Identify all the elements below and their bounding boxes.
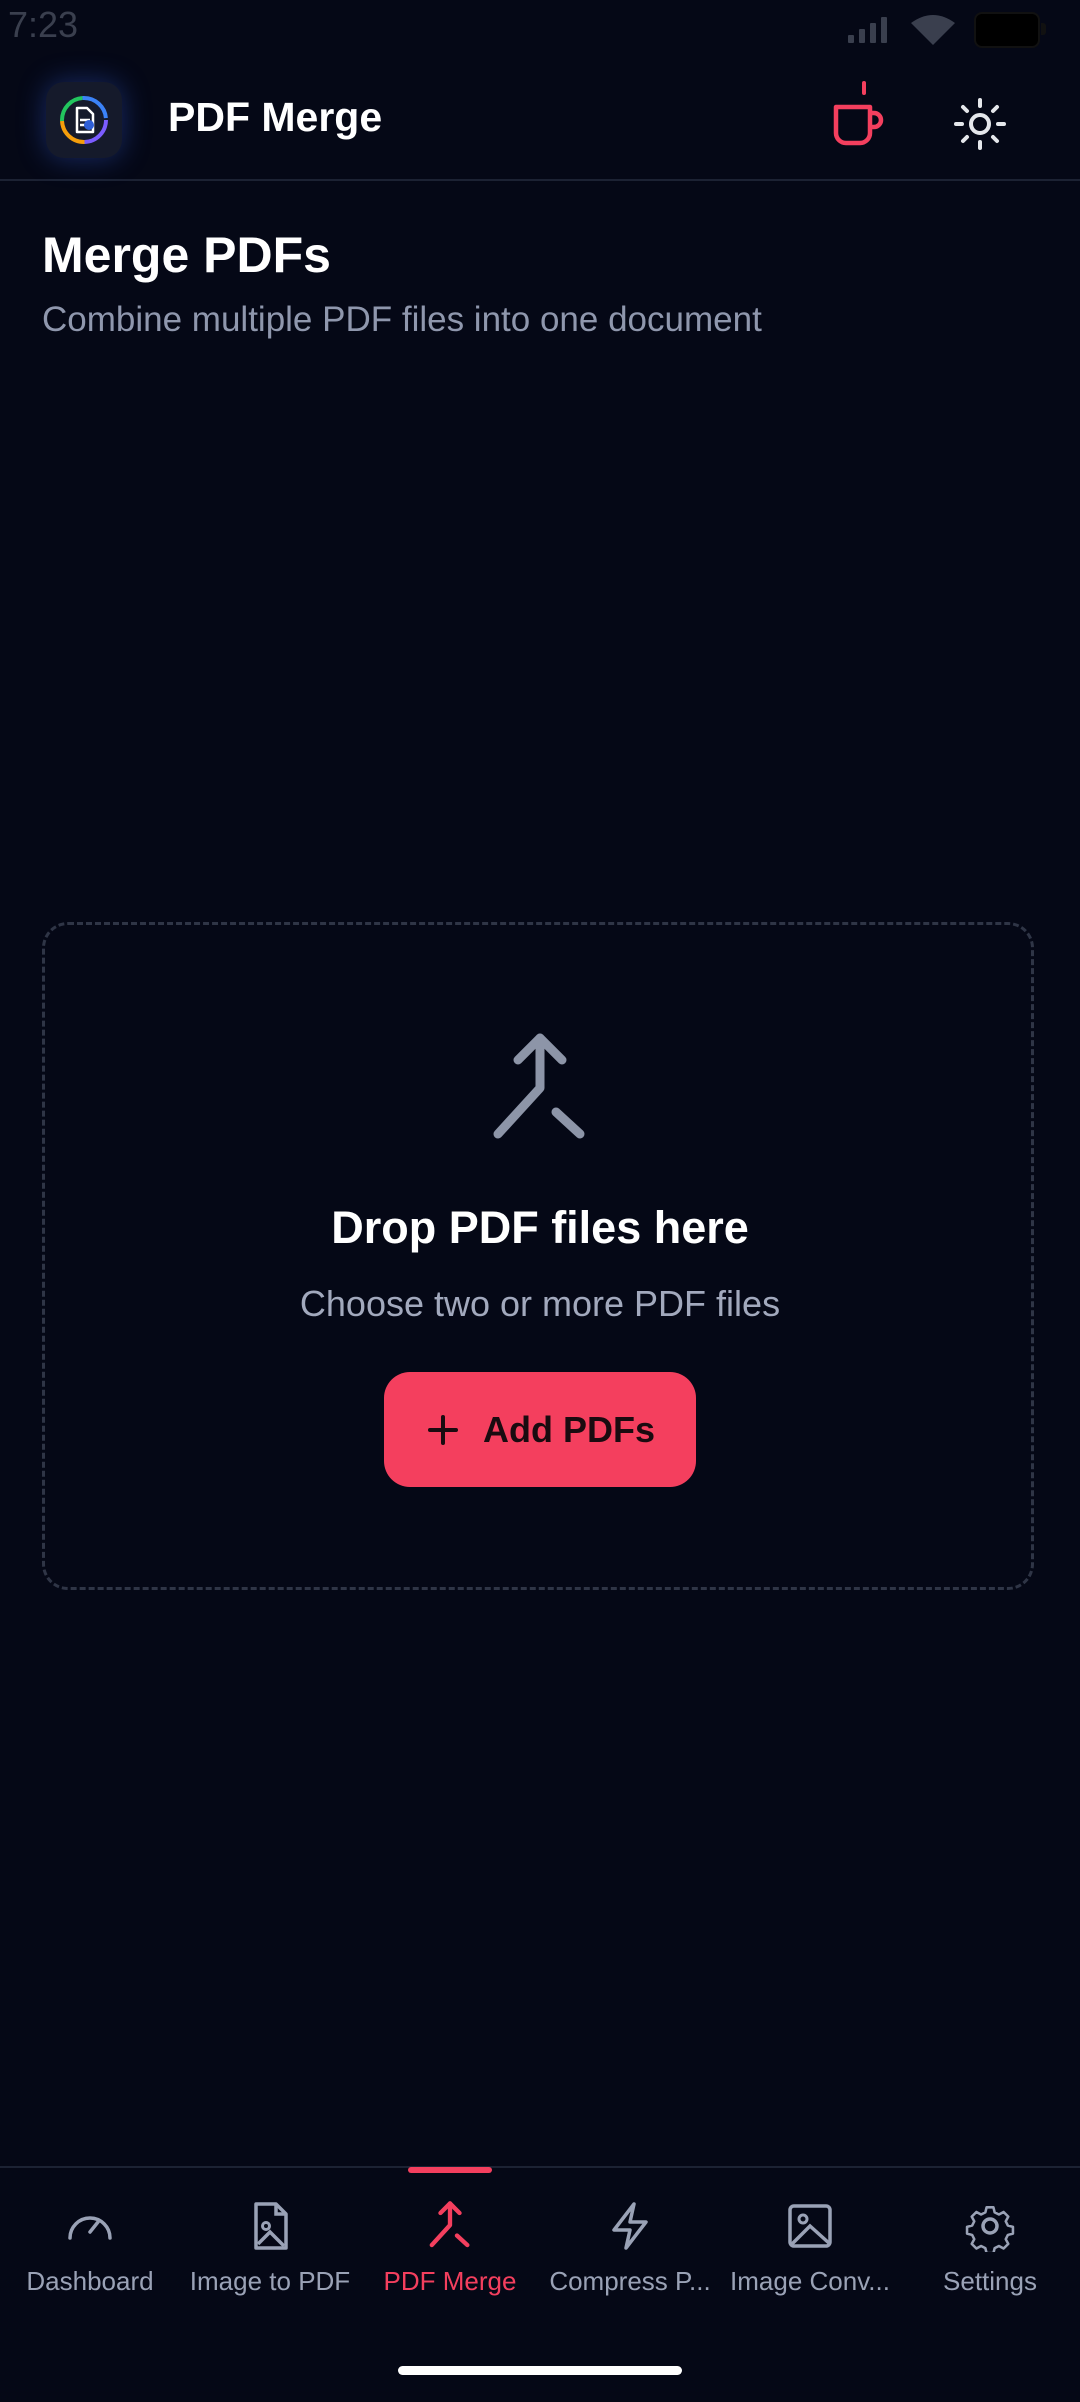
page-subtitle: Combine multiple PDF files into one docu… <box>42 300 762 339</box>
nav-item-image-to-pdf[interactable]: Image to PDF <box>180 2196 360 2306</box>
nav-label-settings: Settings <box>943 2266 1037 2296</box>
file-image-icon <box>254 2202 288 2250</box>
gear-icon <box>965 2206 1015 2252</box>
signal-icon <box>848 17 887 43</box>
nav-item-compress-pdf[interactable]: Compress P... <box>540 2196 720 2306</box>
drop-zone-title: Drop PDF files here <box>331 1202 749 1253</box>
active-tab-indicator <box>408 2167 492 2173</box>
nav-label-dashboard: Dashboard <box>26 2266 154 2296</box>
nav-label-pdf-merge: PDF Merge <box>383 2266 517 2296</box>
drop-zone-hint: Choose two or more PDF files <box>299 1283 781 1324</box>
sun-icon <box>954 98 1006 150</box>
logo-dot <box>84 120 94 130</box>
coffee-icon <box>833 81 884 146</box>
nav-item-dashboard[interactable]: Dashboard <box>0 2196 180 2306</box>
add-pdfs-button[interactable]: Add PDFs <box>384 1372 696 1487</box>
status-time: 7:23 <box>8 4 79 45</box>
document-logo-icon <box>60 96 108 144</box>
app-title: PDF Merge <box>168 94 383 140</box>
status-icons <box>846 12 1046 48</box>
pdf-drop-zone[interactable] <box>42 922 1034 1590</box>
nav-label-compress-pdf: Compress P... <box>549 2266 711 2296</box>
nav-item-settings[interactable]: Settings <box>900 2196 1080 2306</box>
coffee-button[interactable] <box>820 72 892 164</box>
status-bar: 7:23 <box>0 0 1080 60</box>
lightning-icon <box>612 2202 648 2250</box>
battery-icon <box>974 12 1046 48</box>
nav-item-image-converter[interactable]: Image Conv... <box>720 2196 900 2306</box>
merge-icon <box>429 2201 470 2248</box>
image-icon <box>788 2204 832 2248</box>
app-logo <box>46 82 122 158</box>
theme-toggle-button[interactable] <box>946 90 1014 158</box>
app-bar: PDF Merge <box>0 60 1080 181</box>
nav-item-pdf-merge[interactable]: PDF Merge <box>360 2196 540 2306</box>
add-pdfs-label: Add PDFs <box>482 1408 655 1450</box>
plus-icon <box>427 1414 458 1445</box>
merge-icon <box>493 1033 585 1139</box>
gauge-icon <box>68 2216 112 2240</box>
home-indicator[interactable] <box>398 2366 682 2375</box>
nav-label-image-converter: Image Conv... <box>730 2266 890 2296</box>
nav-label-image-to-pdf: Image to PDF <box>189 2266 351 2296</box>
page-title: Merge PDFs <box>42 227 331 283</box>
wifi-icon <box>911 15 955 45</box>
